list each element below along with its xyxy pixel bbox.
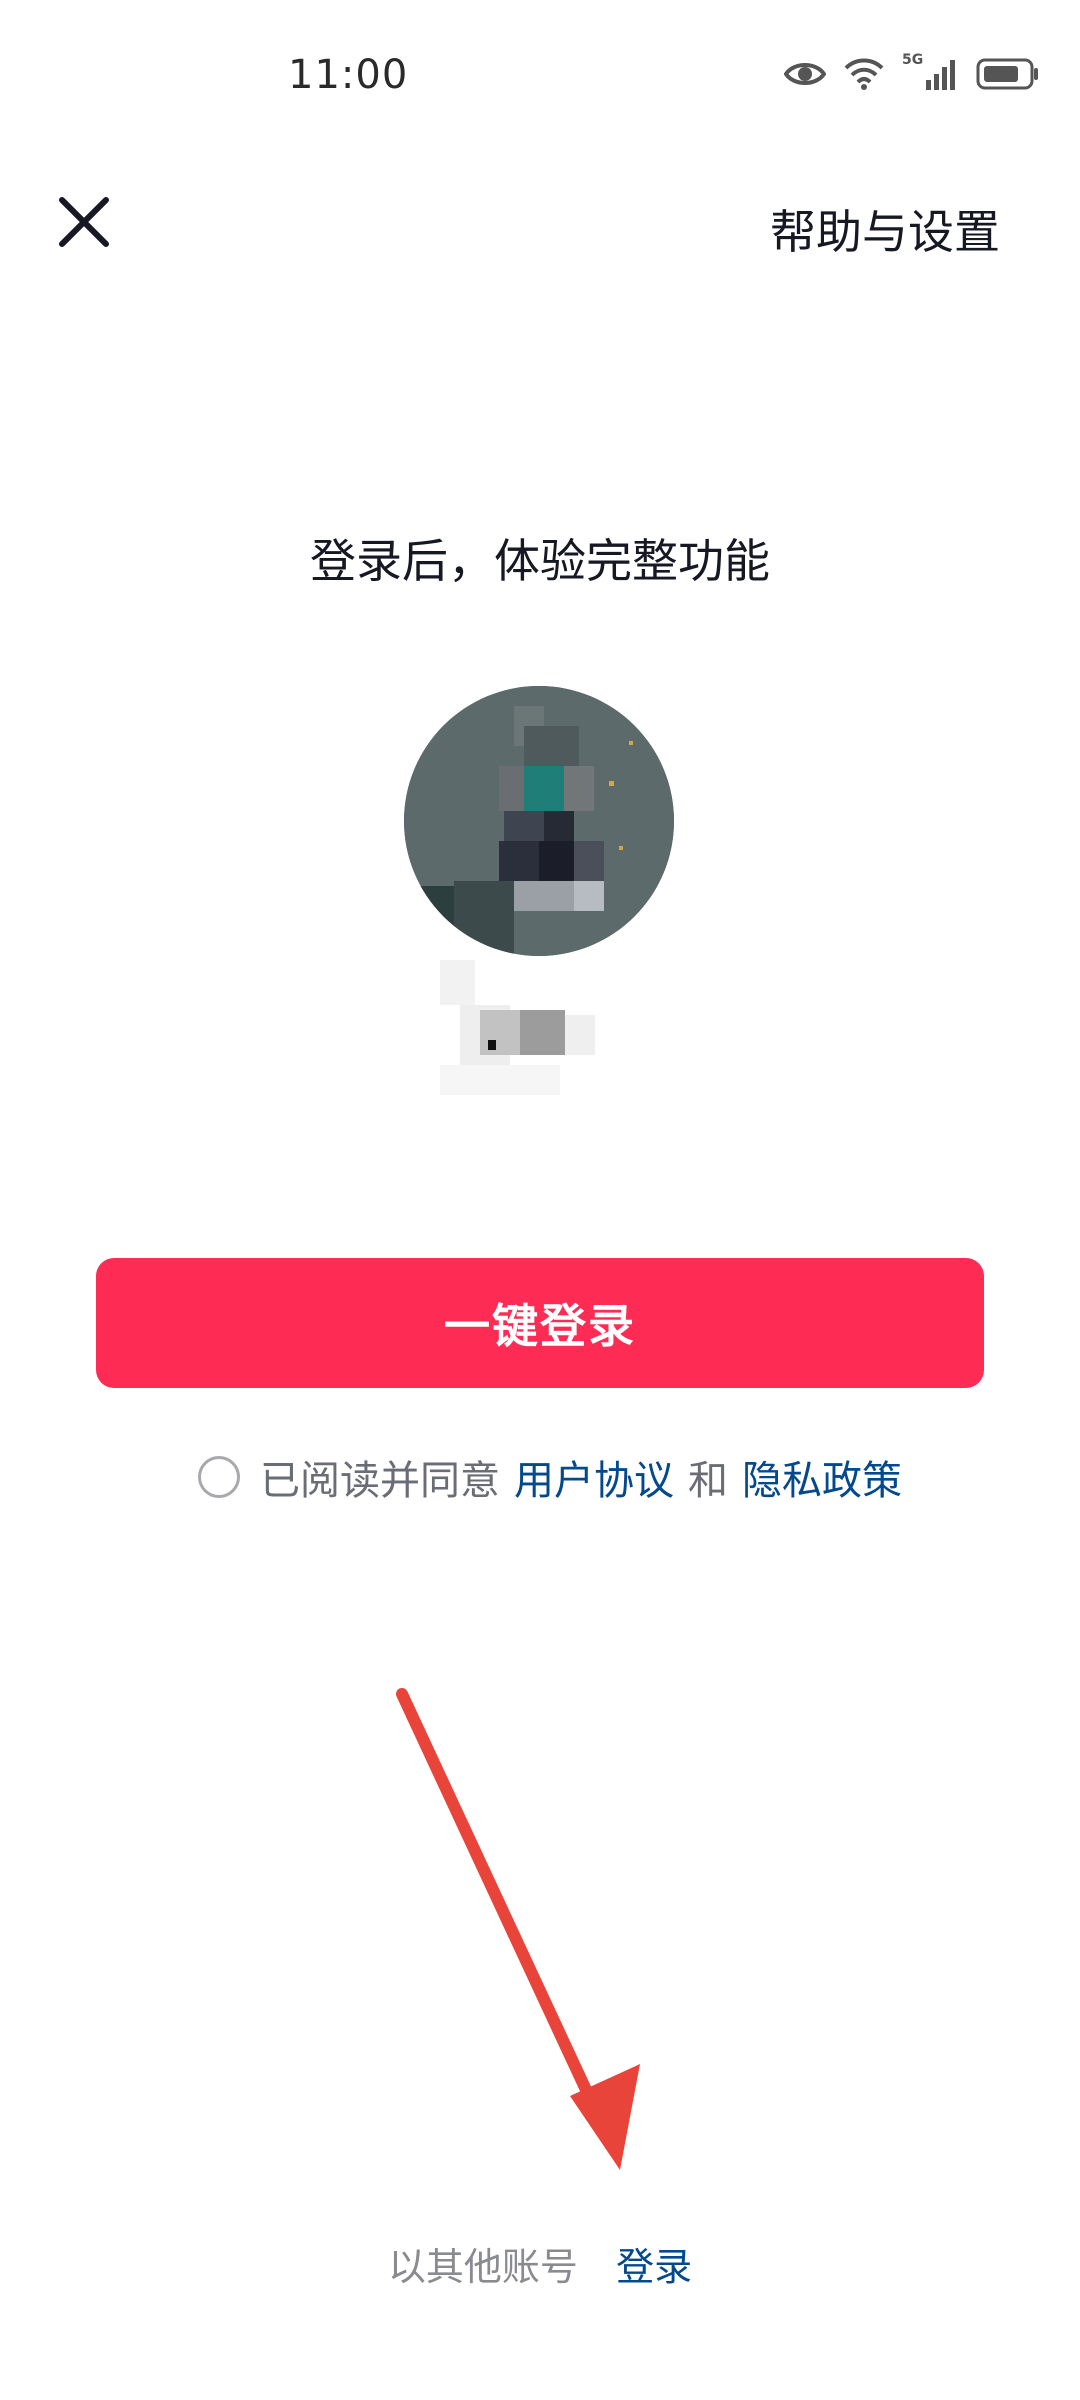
other-login-link[interactable]: 登录	[616, 2245, 692, 2289]
privacy-policy-link[interactable]: 隐私政策	[742, 1448, 902, 1506]
user-agreement-link[interactable]: 用户协议	[514, 1448, 674, 1506]
close-icon	[59, 197, 109, 247]
annotation-arrow	[396, 1688, 640, 2170]
battery-icon	[976, 57, 1040, 91]
help-settings-link[interactable]: 帮助与设置	[770, 196, 1000, 262]
agreement-conjunction: 和	[688, 1458, 728, 1504]
status-bar: 11:00 5G	[0, 0, 1080, 150]
agreement-row: 已阅读并同意 用户协议 和 隐私政策	[198, 1450, 902, 1504]
one-click-login-button[interactable]: 一键登录	[96, 1258, 984, 1388]
other-account-login: 以其他账号 登录	[0, 2236, 1080, 2291]
5g-signal-icon: 5G	[902, 52, 958, 92]
eye-icon	[784, 59, 826, 89]
close-button[interactable]	[52, 190, 116, 254]
avatar	[404, 686, 674, 956]
wifi-icon	[844, 57, 884, 91]
page-headline: 登录后，体验完整功能	[310, 534, 770, 588]
other-login-prefix: 以其他账号	[387, 2245, 578, 2289]
agreement-prefix: 已阅读并同意	[260, 1458, 500, 1504]
status-time: 11:00	[288, 52, 409, 98]
username	[440, 960, 620, 1100]
status-icons: 5G	[784, 52, 1040, 92]
agreement-checkbox[interactable]	[198, 1456, 240, 1498]
